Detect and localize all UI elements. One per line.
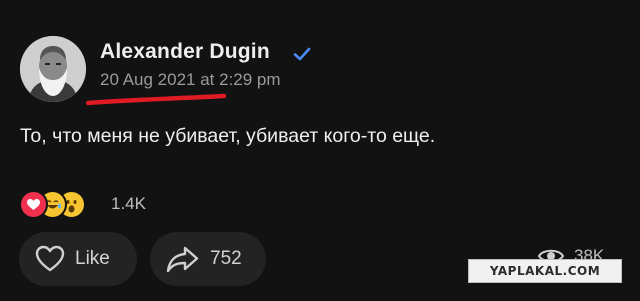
post-text: То, что меня не убивает, убивает кого-то… [20,125,436,147]
share-arrow-icon [166,246,199,273]
red-underline-annotation [86,93,227,106]
like-label: Like [75,248,110,269]
reaction-count[interactable]: 1.4K [111,194,146,214]
post-card: Alexander Dugin 20 Aug 2021 at 2:29 pm Т… [0,0,640,301]
author-portrait-icon [20,36,86,102]
like-button[interactable]: Like [19,232,137,286]
watermark: YAPLAKAL.COM [468,259,622,283]
heart-outline-icon [35,245,65,272]
avatar[interactable] [20,36,86,102]
post-timestamp[interactable]: 20 Aug 2021 at 2:29 pm [100,70,281,90]
heart-reaction-icon [19,190,48,219]
share-count: 752 [210,248,242,269]
author-name[interactable]: Alexander Dugin [100,40,270,64]
verified-check-icon [293,47,311,61]
share-button[interactable]: 752 [150,232,266,286]
